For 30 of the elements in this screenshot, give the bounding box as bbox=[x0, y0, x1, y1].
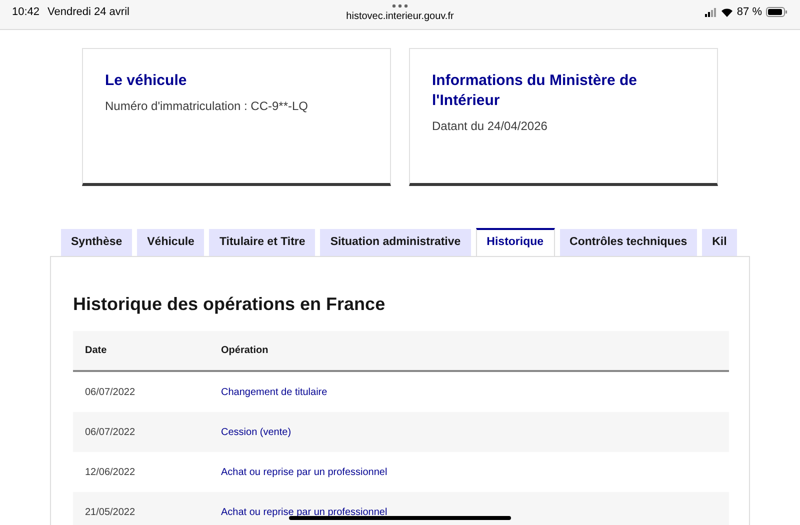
tab[interactable]: Historique bbox=[476, 228, 555, 256]
battery-icon bbox=[766, 7, 788, 18]
tab[interactable]: Titulaire et Titre bbox=[209, 229, 316, 256]
tab[interactable]: Véhicule bbox=[137, 229, 204, 256]
section-title: Historique des opérations en France bbox=[73, 293, 386, 316]
operation-link[interactable]: Achat ou reprise par un professionnel bbox=[221, 504, 388, 520]
battery-text: 87 % bbox=[736, 5, 762, 20]
tab[interactable]: Synthèse bbox=[61, 229, 132, 256]
tab[interactable]: Contrôles techniques bbox=[560, 229, 698, 256]
card-title: Le véhicule bbox=[105, 71, 188, 91]
table-cell-text: 12/06/2022 bbox=[84, 466, 136, 480]
operation-link[interactable]: Changement de titulaire bbox=[221, 384, 328, 400]
card-text: Numéro d'immatriculation : CC-9**-LQ bbox=[105, 98, 310, 115]
status-date: Vendredi 24 avril bbox=[48, 5, 130, 20]
signal-icon bbox=[704, 8, 717, 17]
more-icon[interactable] bbox=[392, 4, 408, 8]
column-header: Opération bbox=[221, 344, 268, 358]
url-text[interactable]: histovec.interieur.gouv.fr bbox=[346, 9, 454, 24]
operation-link[interactable]: Achat ou reprise par un professionnel bbox=[221, 464, 388, 480]
status-time: 10:42 bbox=[12, 5, 40, 20]
wifi-icon bbox=[720, 8, 733, 17]
table-cell-text: 06/07/2022 bbox=[84, 426, 136, 440]
tab[interactable]: Kil bbox=[702, 229, 737, 256]
table-cell-text: 06/07/2022 bbox=[84, 386, 136, 400]
card-title: Informations du Ministère de l'Intérieur bbox=[432, 71, 638, 111]
tab[interactable]: Situation administrative bbox=[320, 229, 471, 256]
operation-link[interactable]: Cession (vente) bbox=[221, 424, 292, 440]
card-text: Datant du 24/04/2026 bbox=[432, 118, 548, 135]
column-header: Date bbox=[84, 344, 108, 358]
table-cell-text: 21/05/2022 bbox=[84, 506, 136, 520]
